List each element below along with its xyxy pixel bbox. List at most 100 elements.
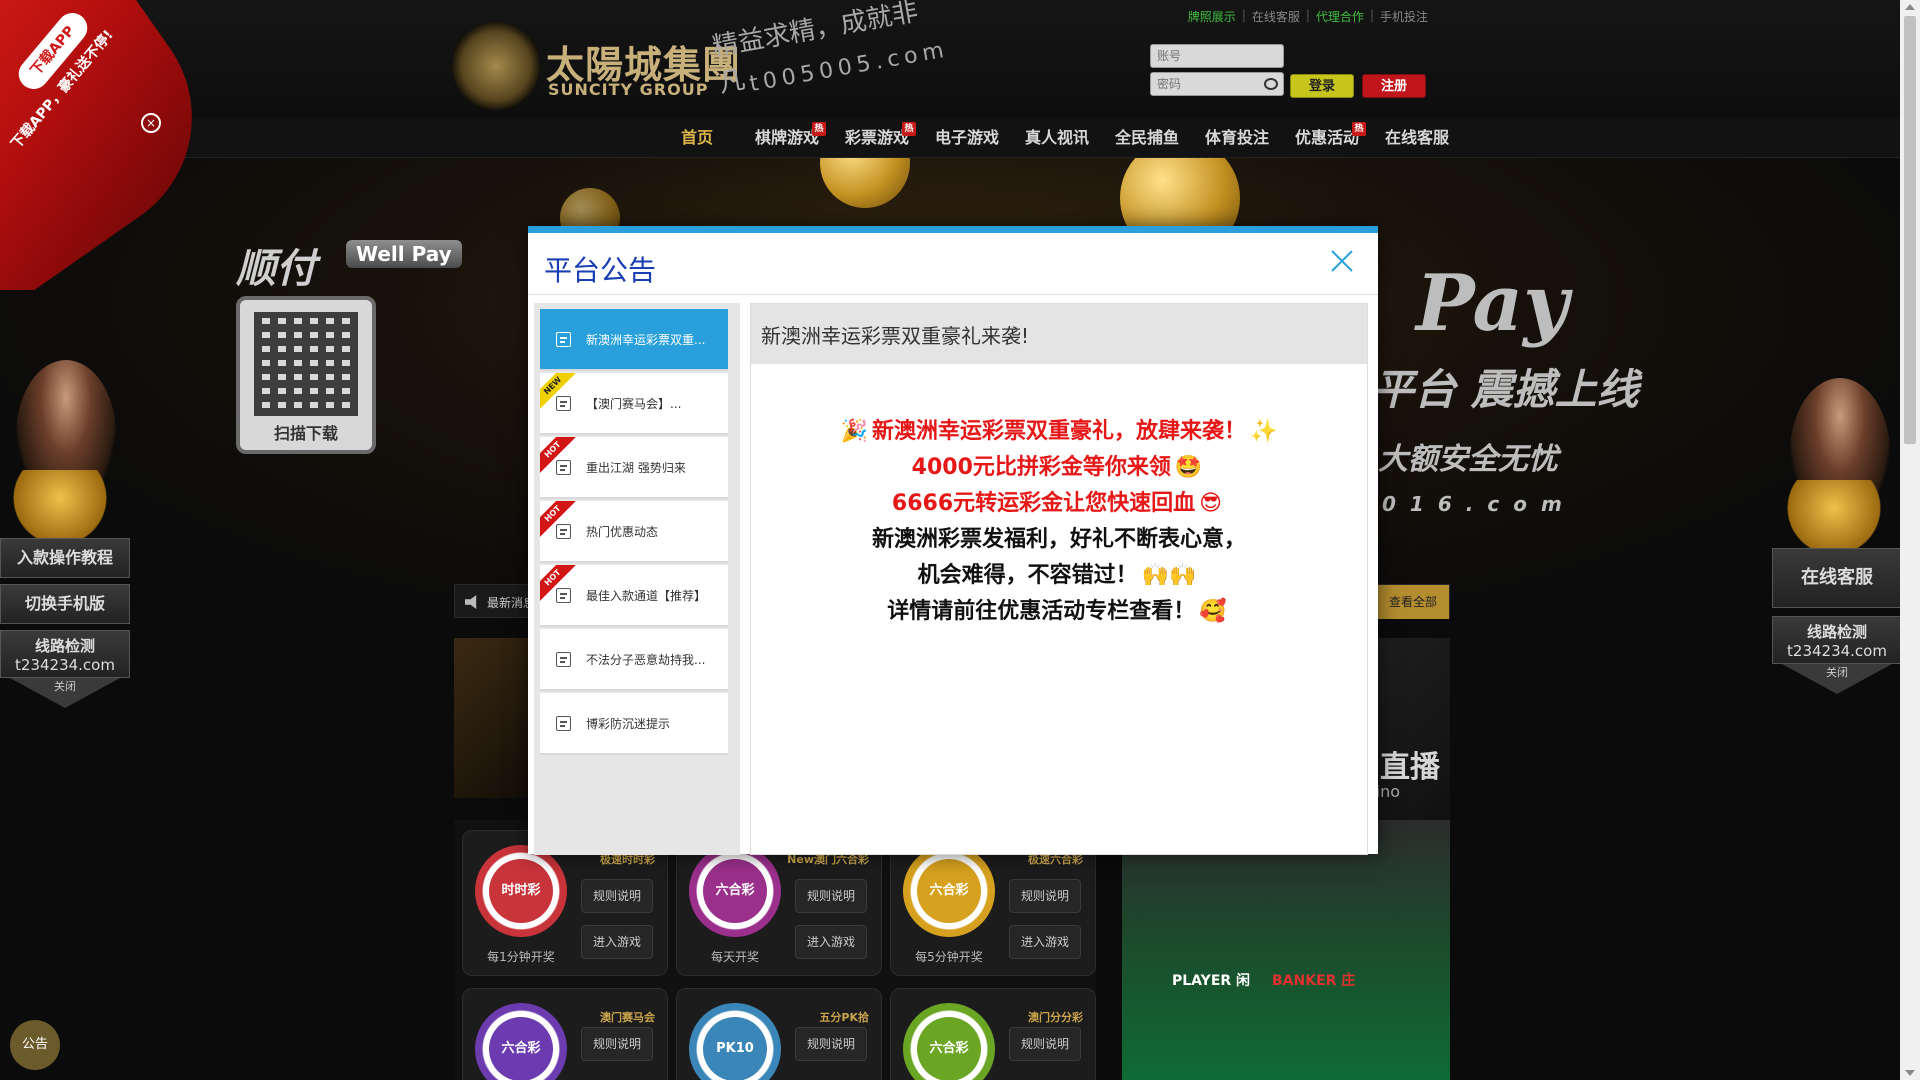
announcement-line: 新澳洲彩票发福利，好礼不断表心意， xyxy=(751,522,1367,558)
document-icon xyxy=(556,716,571,731)
game-card: 六合彩 澳门赛马会 规则说明 xyxy=(462,988,668,1080)
deposit-tutorial-button[interactable]: 入款操作教程 xyxy=(0,538,130,578)
username-input[interactable] xyxy=(1150,44,1284,68)
announcement-tab[interactable]: HOT 热门优惠动态 xyxy=(540,501,728,563)
nav-promotions[interactable]: 优惠活动热 xyxy=(1282,118,1372,158)
nav-slot-games[interactable]: 电子游戏 xyxy=(922,118,1012,158)
nav-home[interactable]: 首页 xyxy=(652,118,742,158)
nav-customer-service[interactable]: 在线客服 xyxy=(1372,118,1462,158)
nav-label: 彩票游戏 xyxy=(844,128,909,147)
ball-label: 六合彩 xyxy=(917,1017,981,1080)
toplink-separator: | xyxy=(1305,8,1310,22)
document-icon xyxy=(556,460,571,475)
rules-button[interactable]: 规则说明 xyxy=(1009,1027,1081,1061)
online-service-button[interactable]: 在线客服 xyxy=(1772,548,1902,608)
coin-stack-right xyxy=(1784,480,1884,550)
announcement-tab[interactable]: 新澳洲幸运彩票双重... xyxy=(540,309,728,371)
enter-game-button[interactable]: 进入游戏 xyxy=(1009,925,1081,959)
page-scrollbar[interactable] xyxy=(1900,0,1920,1080)
announcement-tab[interactable]: NEW 【澳门赛马会】... xyxy=(540,373,728,435)
rules-button[interactable]: 规则说明 xyxy=(581,1027,653,1061)
toplink-agent[interactable]: 代理合作 xyxy=(1316,8,1364,25)
nav-label: 首页 xyxy=(680,128,713,147)
close-ribbon-icon[interactable]: × xyxy=(141,113,161,133)
rules-button[interactable]: 规则说明 xyxy=(1009,879,1081,913)
site-header: 太陽城集團 SUNCITY GROUP 精益求精，成就非凡 t005005.co… xyxy=(0,0,1900,118)
speaker-icon xyxy=(465,595,477,609)
detect-title: 线路检测 xyxy=(34,637,95,655)
site-logo[interactable]: 太陽城集團 SUNCITY GROUP 精益求精，成就非凡 t005005.co… xyxy=(452,0,951,114)
lottery-ball-icon[interactable]: 六合彩 xyxy=(475,1003,567,1080)
line-text: 详情请前往优惠活动专栏查看！ xyxy=(887,599,1196,624)
line-detection-button[interactable]: 线路检测 t234234.com xyxy=(1772,616,1902,664)
ball-label: 时时彩 xyxy=(489,859,553,923)
scroll-down-arrow-icon[interactable] xyxy=(1905,1070,1915,1076)
line-text: 机会难得，不容错过！ xyxy=(917,563,1138,588)
hot-badge: 热 xyxy=(902,122,916,136)
promo-image-left[interactable] xyxy=(454,638,534,798)
download-app-ribbon[interactable]: 下载APP 下载APP，豪礼送不停! × xyxy=(0,0,200,290)
nav-sports[interactable]: 体育投注 xyxy=(1192,118,1282,158)
lottery-ball-icon[interactable]: 时时彩 xyxy=(475,845,567,937)
live-title: 直播 xyxy=(1380,750,1440,785)
rules-button[interactable]: 规则说明 xyxy=(581,879,653,913)
game-card: PK10 五分PK拾 规则说明 xyxy=(676,988,882,1080)
nav-label: 全民捕鱼 xyxy=(1114,128,1179,147)
nav-label: 真人视讯 xyxy=(1024,128,1089,147)
modal-header: 平台公告 xyxy=(528,233,1378,295)
game-name: 澳门分分彩 xyxy=(1028,1011,1083,1024)
nav-lottery-games[interactable]: 彩票游戏热 xyxy=(832,118,922,158)
sunglasses-icon: 😎 xyxy=(1199,491,1223,516)
document-icon xyxy=(556,396,571,411)
announcement-tab[interactable]: 不法分子恶意劫持我... xyxy=(540,629,728,691)
rules-button[interactable]: 规则说明 xyxy=(795,879,867,913)
nav-fishing[interactable]: 全民捕鱼 xyxy=(1102,118,1192,158)
party-popper-icon: 🎉 xyxy=(840,419,868,444)
announcement-body: 🎉 新澳洲幸运彩票双重豪礼，放肆来袭！ ✨ 4000元比拼彩金等你来领 🤩 6666元… xyxy=(751,414,1367,630)
lottery-ball-icon[interactable]: 六合彩 xyxy=(903,845,995,937)
line-detection-button[interactable]: 线路检测 t234234.com xyxy=(0,630,130,678)
qr-download-card[interactable]: 扫描下载 xyxy=(236,296,376,454)
rules-button[interactable]: 规则说明 xyxy=(795,1027,867,1061)
scroll-up-arrow-icon[interactable] xyxy=(1905,4,1915,10)
nav-label: 优惠活动 xyxy=(1294,128,1359,147)
lottery-ball-icon[interactable]: 六合彩 xyxy=(689,845,781,937)
banner-pay-title: Pay xyxy=(1416,258,1569,349)
tab-label: 重出江湖 强势归来 xyxy=(586,461,686,475)
announcement-line: 机会难得，不容错过！ 🙌🙌 xyxy=(751,558,1367,594)
login-button[interactable]: 登录 xyxy=(1290,74,1354,98)
qr-code-icon xyxy=(254,312,358,416)
announcement-tab[interactable]: 博彩防沉迷提示 xyxy=(540,693,728,755)
announcement-button[interactable]: 公告 xyxy=(10,1020,60,1070)
announcement-tab[interactable]: HOT 最佳入款通道【推荐】 xyxy=(540,565,728,627)
toplink-license[interactable]: 牌照展示 xyxy=(1188,8,1236,25)
nav-chess-games[interactable]: 棋牌游戏热 xyxy=(742,118,832,158)
toplink-separator: | xyxy=(1369,8,1374,22)
close-right-panel-button[interactable]: 关闭 xyxy=(1782,664,1892,694)
close-icon[interactable] xyxy=(1328,247,1356,275)
banner-headline: 平台 震撼上线 xyxy=(1372,365,1639,414)
lottery-ball-icon[interactable]: PK10 xyxy=(689,1003,781,1080)
show-password-icon[interactable] xyxy=(1264,78,1278,90)
tab-label: 【澳门赛马会】... xyxy=(586,397,682,411)
enter-game-button[interactable]: 进入游戏 xyxy=(581,925,653,959)
close-left-panel-button[interactable]: 关闭 xyxy=(10,678,120,708)
draw-frequency: 每5分钟开奖 xyxy=(915,950,983,964)
scrollbar-thumb[interactable] xyxy=(1904,16,1916,444)
enter-game-button[interactable]: 进入游戏 xyxy=(795,925,867,959)
top-links: 牌照展示 | 在线客服 | 代理合作 | 手机投注 xyxy=(1188,8,1428,25)
detect-domain: t234234.com xyxy=(1787,642,1887,660)
announcement-tab[interactable]: HOT 重出江湖 强势归来 xyxy=(540,437,728,499)
view-all-button[interactable]: 查看全部 xyxy=(1377,585,1449,619)
toplink-mobile[interactable]: 手机投注 xyxy=(1380,8,1428,25)
nav-label: 棋牌游戏 xyxy=(754,128,819,147)
nav-live-casino[interactable]: 真人视讯 xyxy=(1012,118,1102,158)
ball-label: 六合彩 xyxy=(703,859,767,923)
lottery-ball-icon[interactable]: 六合彩 xyxy=(903,1003,995,1080)
toplink-service[interactable]: 在线客服 xyxy=(1252,8,1300,25)
register-button[interactable]: 注册 xyxy=(1362,74,1426,98)
nav-label: 体育投注 xyxy=(1204,128,1269,147)
mobile-version-button[interactable]: 切换手机版 xyxy=(0,584,130,624)
baccarat-table-promo[interactable]: PLAYER 闲 BANKER 庄 xyxy=(1122,820,1450,1080)
ball-label: 六合彩 xyxy=(917,859,981,923)
